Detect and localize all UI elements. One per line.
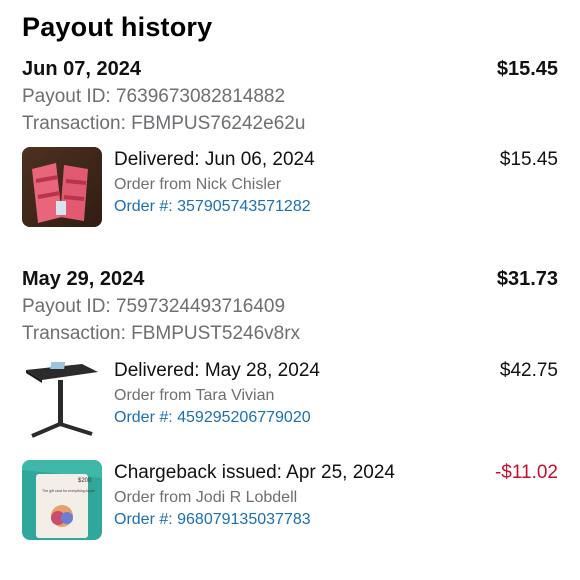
pink-sandals-photo-icon (22, 147, 102, 227)
apple-gift-card-photo-icon: $200 The gift card for everything Apple (22, 460, 102, 540)
order-buyer: Order from Nick Chisler (114, 176, 282, 193)
order-number-link[interactable]: Order #: 459295206779020 (114, 409, 311, 427)
payout-date: May 29, 2024 (22, 268, 145, 290)
gift-card-value: $200 (78, 478, 92, 484)
payout-history-page: Payout history Jun 07, 2024 $15.45 Payou… (0, 0, 580, 580)
order-item[interactable]: $200 The gift card for everything Apple … (0, 460, 580, 542)
order-buyer: Order from Jodi R Lobdell (114, 489, 298, 506)
order-amount: $42.75 (499, 360, 558, 381)
order-buyer: Order from Tara Vivian (114, 387, 275, 404)
payout-id: Payout ID: 7639673082814882 (22, 86, 286, 107)
order-status: Chargeback issued: Apr 25, 2024 (114, 462, 395, 483)
payout-total: $31.73 (496, 268, 558, 290)
page-title: Payout history (22, 12, 213, 42)
order-amount: $15.45 (499, 149, 558, 170)
order-amount: -$11.02 (494, 462, 558, 483)
transaction-id: Transaction: FBMPUST5246v8rx (22, 323, 301, 344)
payout-date: Jun 07, 2024 (22, 58, 141, 80)
gift-card-text: The gift card for everything Apple (42, 489, 95, 493)
payout-total: $15.45 (496, 58, 558, 80)
order-status: Delivered: May 28, 2024 (114, 360, 320, 381)
transaction-id: Transaction: FBMPUS76242e62u (22, 113, 306, 134)
order-status: Delivered: Jun 06, 2024 (114, 149, 315, 170)
order-item[interactable]: Delivered: Jun 06, 2024 Order from Nick … (0, 147, 580, 229)
order-item[interactable]: Delivered: May 28, 2024 Order from Tara … (0, 358, 580, 440)
order-number-link[interactable]: Order #: 968079135037783 (114, 511, 311, 529)
order-number-link[interactable]: Order #: 357905743571282 (114, 198, 311, 216)
standing-desk-photo-icon (22, 358, 102, 438)
payout-id: Payout ID: 7597324493716409 (22, 296, 286, 317)
